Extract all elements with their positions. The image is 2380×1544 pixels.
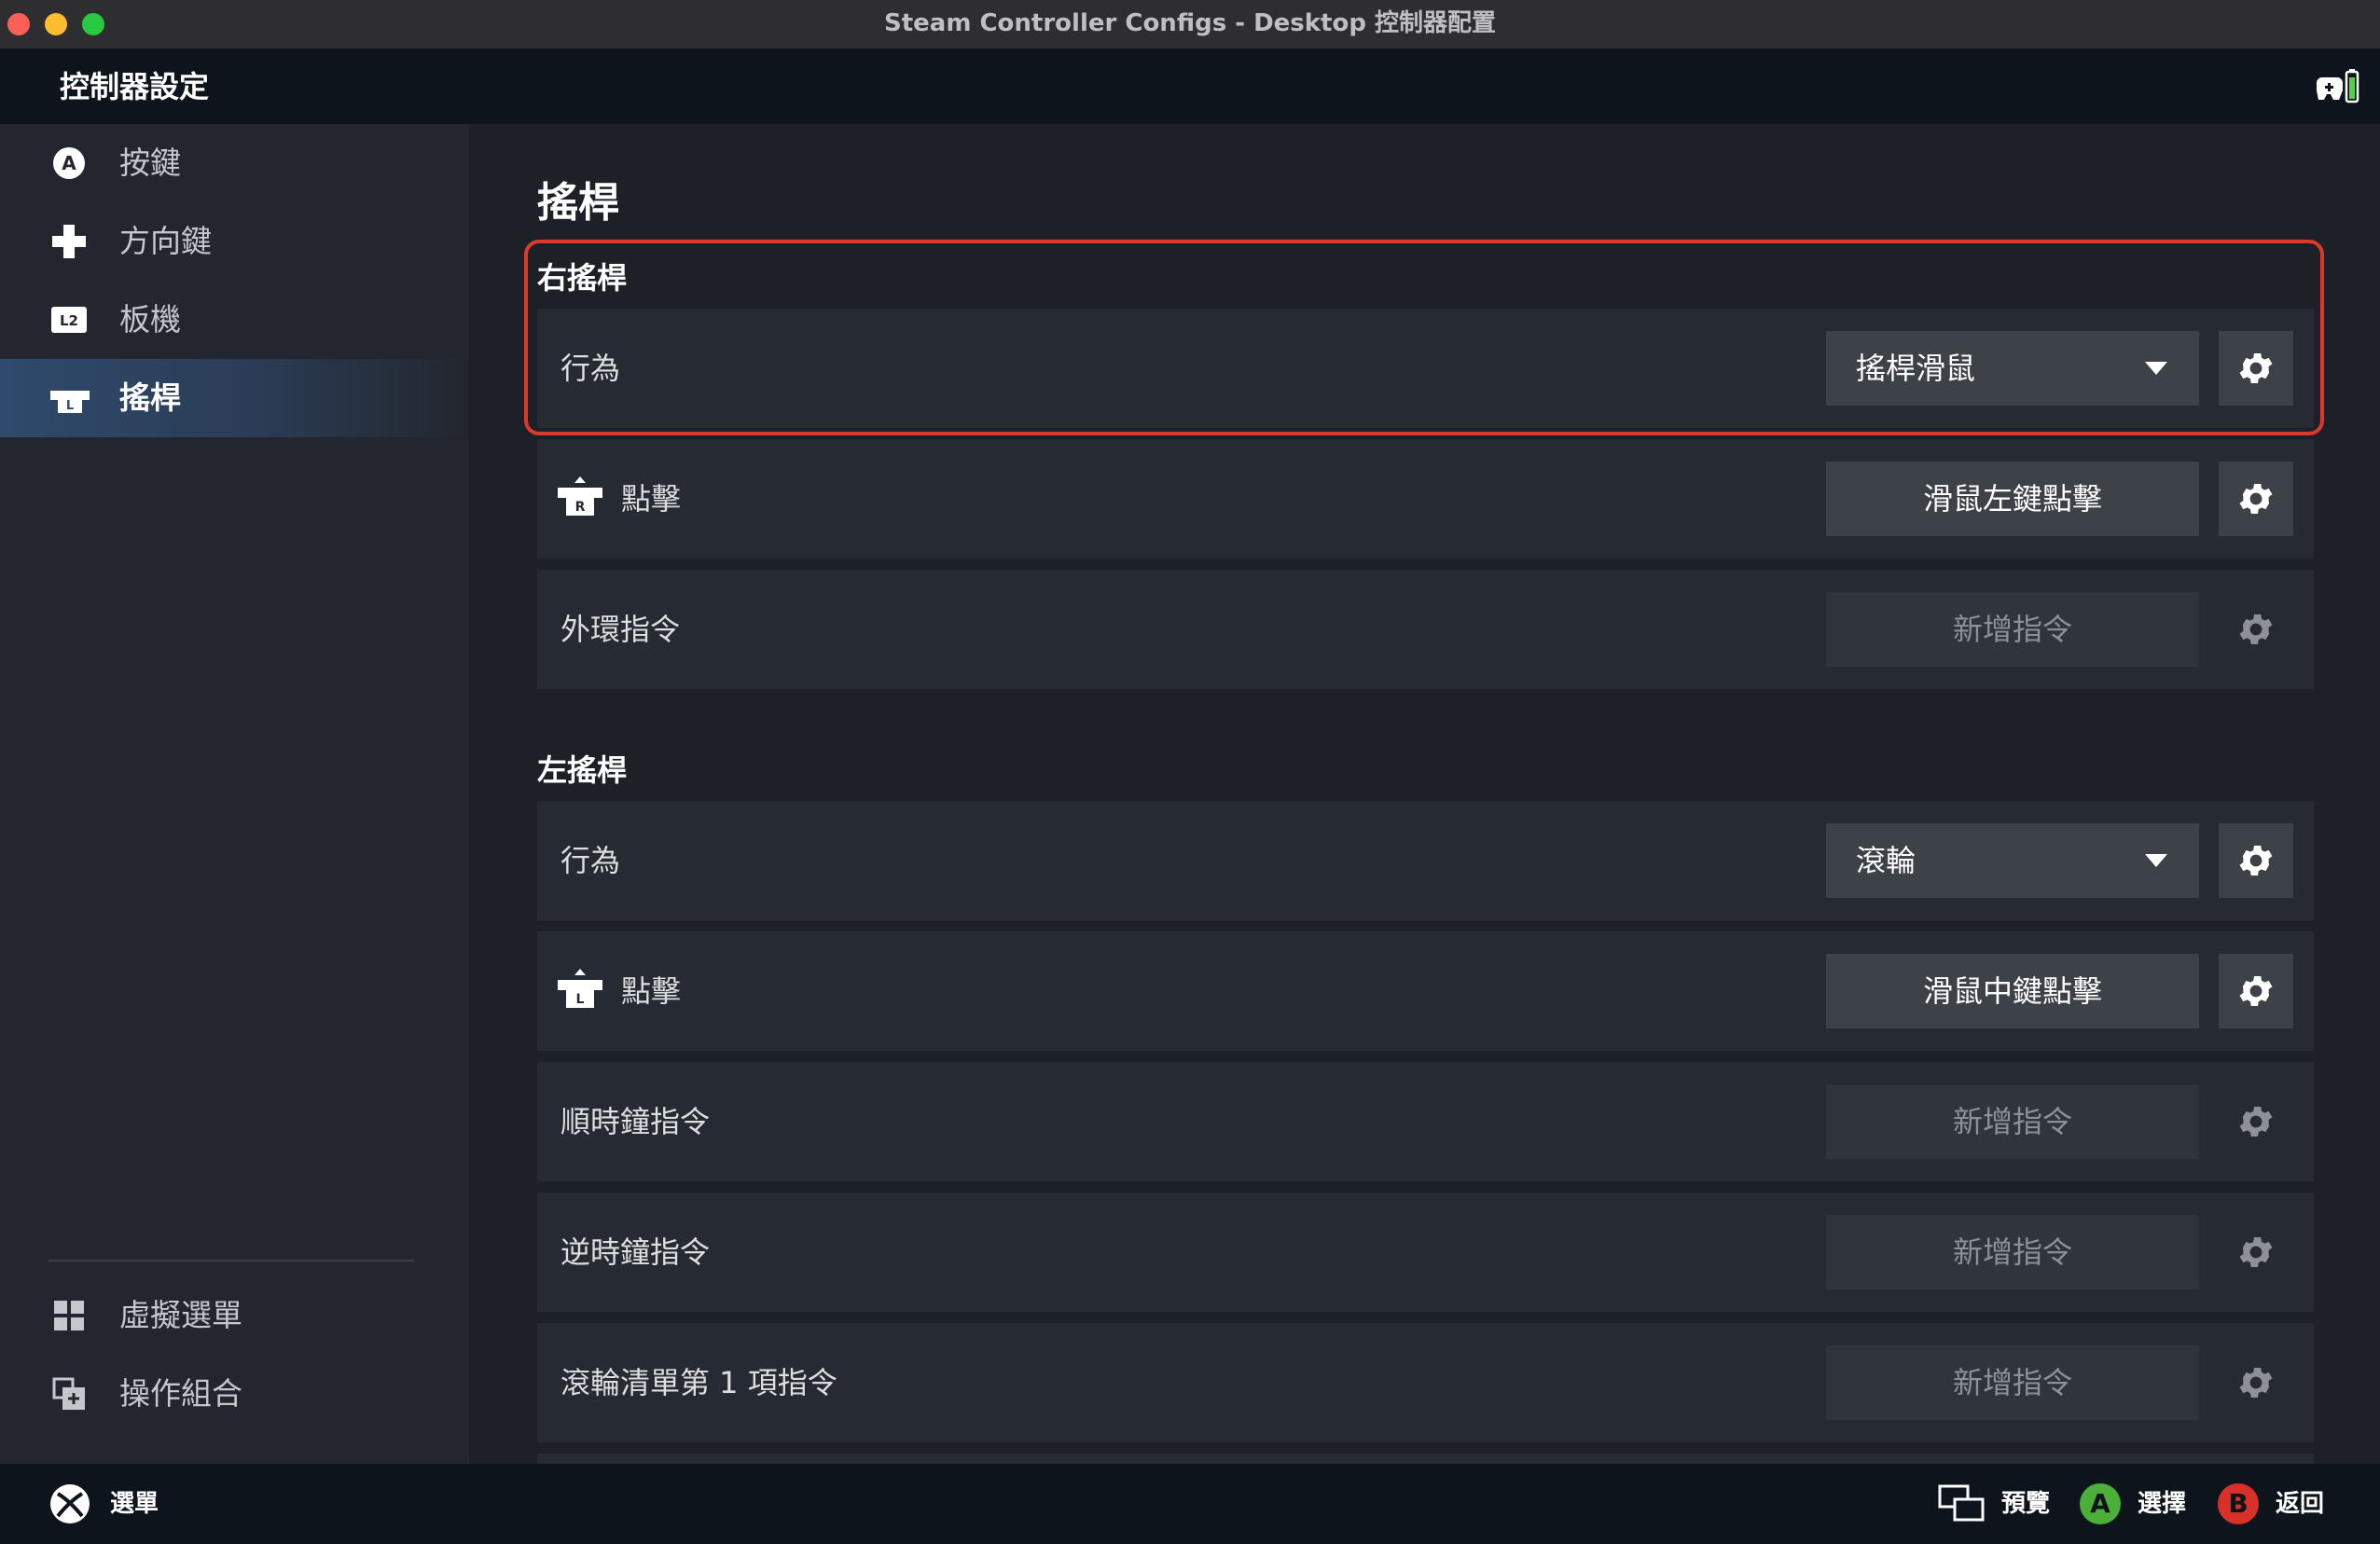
svg-text:R: R bbox=[575, 500, 586, 515]
footer-bar: 選單 預覽 A 選擇 B 返回 bbox=[0, 1464, 2380, 1544]
gear-icon bbox=[2239, 1368, 2273, 1398]
sidebar: A 按鍵 方向鍵 L2 板機 L 搖桿 虛擬選單 操作組合 bbox=[0, 124, 469, 1464]
main-content: 搖桿 右搖桿 行為 搖桿滑鼠 R 點擊 滑鼠左鍵點擊 外環指令 新增指令 左搖桿 bbox=[469, 124, 2380, 1464]
app-header: 控制器設定 bbox=[0, 49, 2380, 124]
a-button-icon: A bbox=[2080, 1483, 2121, 1524]
gear-icon bbox=[2239, 353, 2273, 383]
click-label: 點擊 bbox=[621, 481, 682, 517]
left-stick-counterclockwise-row: 逆時鐘指令 新增指令 bbox=[537, 1192, 2314, 1312]
sidebar-item-label: 板機 bbox=[119, 301, 181, 338]
left-stick-behavior-row: 行為 滾輪 bbox=[537, 801, 2314, 920]
window-titlebar: Steam Controller Configs - Desktop 控制器配置 bbox=[0, 0, 2380, 49]
chevron-down-icon bbox=[2145, 362, 2167, 375]
page-title: 搖桿 bbox=[537, 179, 619, 227]
gear-icon bbox=[2239, 614, 2273, 644]
behavior-label: 行為 bbox=[560, 843, 621, 878]
a-button-icon: A bbox=[53, 147, 85, 179]
svg-text:A: A bbox=[62, 152, 76, 174]
left-stick-click-binding-button[interactable]: 滑鼠中鍵點擊 bbox=[1826, 954, 2199, 1028]
clockwise-label: 順時鐘指令 bbox=[560, 1104, 711, 1139]
xbox-icon bbox=[50, 1484, 90, 1523]
clockwise-add-button[interactable]: 新增指令 bbox=[1826, 1084, 2199, 1159]
gear-icon bbox=[2239, 1107, 2273, 1137]
counterclockwise-label: 逆時鐘指令 bbox=[560, 1234, 711, 1270]
gear-icon bbox=[2239, 484, 2273, 514]
gear-icon bbox=[2239, 846, 2273, 875]
sidebar-item-buttons[interactable]: A 按鍵 bbox=[0, 124, 469, 202]
dropdown-value: 搖桿滑鼠 bbox=[1856, 351, 1976, 386]
click-label: 點擊 bbox=[621, 973, 682, 1009]
right-stick-behavior-row: 行為 搖桿滑鼠 bbox=[537, 309, 2314, 428]
behavior-label: 行為 bbox=[560, 351, 621, 386]
left-stick-behavior-dropdown[interactable]: 滾輪 bbox=[1826, 823, 2199, 898]
right-stick-click-icon: R bbox=[558, 476, 602, 516]
sidebar-item-triggers[interactable]: L2 板機 bbox=[0, 281, 469, 359]
sidebar-item-dpad[interactable]: 方向鍵 bbox=[0, 202, 469, 281]
right-stick-behavior-settings-button[interactable] bbox=[2219, 331, 2293, 406]
joystick-icon: L bbox=[50, 391, 90, 413]
sidebar-divider bbox=[48, 1260, 414, 1261]
right-stick-outer-ring-settings-button[interactable] bbox=[2219, 592, 2293, 667]
left-stick-click-icon: L bbox=[558, 969, 602, 1008]
right-stick-click-settings-button[interactable] bbox=[2219, 462, 2293, 536]
right-stick-outer-ring-row: 外環指令 新增指令 bbox=[537, 570, 2314, 689]
sidebar-item-label: 按鍵 bbox=[119, 145, 181, 181]
sidebar-item-label: 操作組合 bbox=[119, 1375, 242, 1412]
preview-icon bbox=[1938, 1484, 1985, 1522]
chevron-down-icon bbox=[2145, 854, 2167, 867]
sidebar-item-label: 方向鍵 bbox=[119, 223, 212, 259]
gear-icon bbox=[2239, 976, 2273, 1006]
grid-icon bbox=[54, 1301, 84, 1330]
left-stick-section-title: 左搖桿 bbox=[537, 752, 628, 788]
left-stick-click-row: L 點擊 滑鼠中鍵點擊 bbox=[537, 931, 2314, 1051]
left-stick-clockwise-row: 順時鐘指令 新增指令 bbox=[537, 1062, 2314, 1181]
footer-menu-label: 選單 bbox=[110, 1490, 159, 1518]
next-row-partial bbox=[537, 1454, 2314, 1464]
counterclockwise-add-button[interactable]: 新增指令 bbox=[1826, 1215, 2199, 1289]
controller-battery-icon bbox=[2317, 69, 2359, 103]
svg-text:L: L bbox=[66, 399, 74, 413]
scroll-item-1-settings-button[interactable] bbox=[2219, 1345, 2293, 1420]
scroll-item-1-label: 滾輪清單第 1 項指令 bbox=[560, 1365, 837, 1400]
counterclockwise-settings-button[interactable] bbox=[2219, 1215, 2293, 1289]
left-stick-scroll-item-1-row: 滾輪清單第 1 項指令 新增指令 bbox=[537, 1323, 2314, 1442]
action-set-icon bbox=[52, 1377, 85, 1410]
b-button-icon: B bbox=[2218, 1483, 2259, 1524]
footer-preview-label: 預覽 bbox=[2001, 1490, 2051, 1518]
left-stick-click-settings-button[interactable] bbox=[2219, 954, 2293, 1028]
gear-icon bbox=[2239, 1237, 2273, 1267]
right-stick-section-title: 右搖桿 bbox=[537, 260, 628, 296]
page-header-title: 控制器設定 bbox=[60, 69, 210, 104]
right-stick-click-row: R 點擊 滑鼠左鍵點擊 bbox=[537, 439, 2314, 558]
footer-back-label: 返回 bbox=[2276, 1490, 2325, 1518]
sidebar-item-label: 虛擬選單 bbox=[119, 1297, 242, 1333]
svg-text:L: L bbox=[576, 992, 585, 1007]
footer-select-label: 選擇 bbox=[2138, 1490, 2187, 1518]
l2-trigger-icon: L2 bbox=[51, 307, 87, 333]
sidebar-item-virtual-menu[interactable]: 虛擬選單 bbox=[0, 1276, 469, 1355]
right-stick-outer-ring-add-button[interactable]: 新增指令 bbox=[1826, 592, 2199, 667]
clockwise-settings-button[interactable] bbox=[2219, 1084, 2293, 1159]
dropdown-value: 滾輪 bbox=[1856, 843, 1916, 878]
scroll-item-1-add-button[interactable]: 新增指令 bbox=[1826, 1345, 2199, 1420]
sidebar-item-action-sets[interactable]: 操作組合 bbox=[0, 1355, 469, 1433]
svg-text:L2: L2 bbox=[60, 312, 78, 329]
left-stick-behavior-settings-button[interactable] bbox=[2219, 823, 2293, 898]
right-stick-click-binding-button[interactable]: 滑鼠左鍵點擊 bbox=[1826, 462, 2199, 536]
outer-ring-label: 外環指令 bbox=[560, 612, 681, 647]
sidebar-item-joysticks[interactable]: L 搖桿 bbox=[0, 359, 469, 437]
right-stick-behavior-dropdown[interactable]: 搖桿滑鼠 bbox=[1826, 331, 2199, 406]
sidebar-item-label: 搖桿 bbox=[119, 379, 181, 416]
window-title: Steam Controller Configs - Desktop 控制器配置 bbox=[883, 9, 1497, 37]
dpad-icon bbox=[52, 225, 86, 258]
